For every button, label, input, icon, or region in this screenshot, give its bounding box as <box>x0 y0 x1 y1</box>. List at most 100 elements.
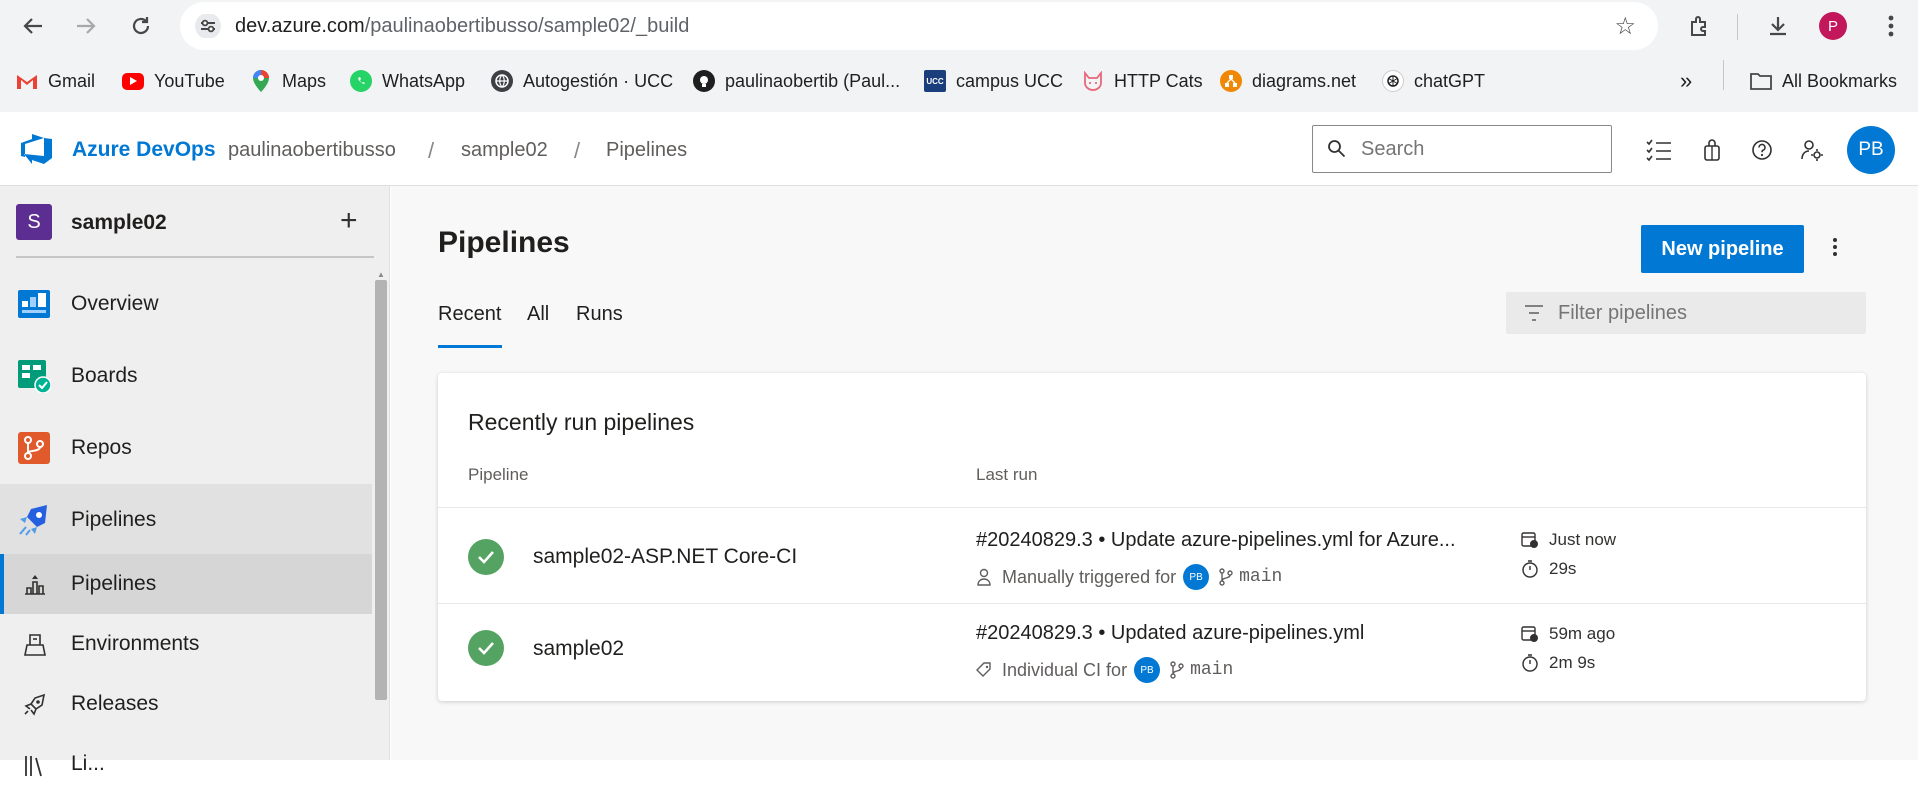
bookmark-label: Maps <box>282 70 327 91</box>
extensions-icon[interactable] <box>1685 11 1715 41</box>
pipelines-rocket-icon <box>25 575 45 595</box>
profile-initial: P <box>1819 12 1847 40</box>
table-row[interactable]: sample02-ASP.NET Core-CI #20240829.3 • U… <box>438 507 1866 603</box>
sidebar-subitem-environments[interactable]: Environments <box>0 614 372 674</box>
all-bookmarks-label: All Bookmarks <box>1782 70 1898 91</box>
sidebar-subitem-releases[interactable]: Releases <box>0 674 372 734</box>
sidebar-item-boards[interactable]: Boards <box>0 340 372 410</box>
column-header-last-run: Last run <box>976 465 1038 484</box>
library-icon <box>25 756 42 777</box>
pipeline-name[interactable]: sample02 <box>533 637 624 661</box>
pipeline-name[interactable]: sample02-ASP.NET Core-CI <box>533 545 797 569</box>
trigger-text: Individual CI for <box>1002 659 1128 680</box>
run-duration: 29s <box>1521 559 1576 579</box>
bookmark-label: HTTP Cats <box>1114 70 1203 91</box>
pipelines-icon <box>19 505 47 536</box>
sidebar-item-label: Pipelines <box>71 572 157 595</box>
browser-menu-icon[interactable] <box>1876 11 1906 41</box>
avatar: PB <box>1183 564 1210 590</box>
sidebar-subitem-pipelines[interactable]: Pipelines <box>0 554 372 614</box>
bookmark-autogestion[interactable]: Autogestión · UCC <box>491 68 673 94</box>
bookmark-chatgpt[interactable]: chatGPT <box>1382 68 1485 94</box>
run-title[interactable]: #20240829.3 • Update azure-pipelines.yml… <box>976 529 1456 552</box>
more-actions-icon[interactable] <box>1832 236 1838 264</box>
breadcrumb-organization[interactable]: paulinaobertibusso <box>228 139 396 162</box>
bookmark-label: WhatsApp <box>382 70 466 91</box>
gmail-icon <box>16 70 38 92</box>
bookmark-label: campus UCC <box>956 70 1064 91</box>
more-bookmarks-icon[interactable]: » <box>1680 68 1692 94</box>
bookmark-label: Autogestión · UCC <box>523 70 674 91</box>
address-bar[interactable]: dev.azure.com/paulinaobertibusso/sample0… <box>180 2 1658 50</box>
sidebar-item-label: Environments <box>71 632 200 655</box>
duration-value: 29s <box>1549 559 1577 578</box>
run-duration: 2m 9s <box>1521 653 1595 673</box>
download-icon[interactable] <box>1763 11 1793 41</box>
breadcrumb-separator: / <box>574 138 581 163</box>
recent-pipelines-card: Recently run pipelines Pipeline Last run… <box>438 373 1866 701</box>
project-header[interactable]: S sample02 + <box>0 186 390 258</box>
bookmark-campus-ucc[interactable]: UCC campus UCC <box>924 68 1063 94</box>
user-settings-icon[interactable] <box>1798 136 1826 164</box>
add-icon[interactable]: + <box>340 204 358 238</box>
reload-icon[interactable] <box>126 11 156 41</box>
site-settings-icon[interactable] <box>194 14 222 38</box>
bookmark-github[interactable]: paulinaobertib (Paul... <box>693 68 900 94</box>
sidebar-item-overview[interactable]: Overview <box>0 268 372 338</box>
run-when: Just now <box>1549 530 1617 549</box>
bookmark-maps[interactable]: Maps <box>250 68 326 94</box>
bookmark-http-cats[interactable]: HTTP Cats <box>1082 68 1203 94</box>
table-row[interactable]: sample02 #20240829.3 • Updated azure-pip… <box>438 603 1866 699</box>
avatar: PB <box>1134 657 1161 683</box>
bookmark-gmail[interactable]: Gmail <box>16 68 95 94</box>
run-time: Just now <box>1521 530 1616 550</box>
bookmark-star-icon[interactable]: ☆ <box>1614 12 1636 41</box>
breadcrumb-page[interactable]: Pipelines <box>606 139 687 162</box>
breadcrumb-project[interactable]: sample02 <box>461 139 548 162</box>
sidebar-item-pipelines[interactable]: Pipelines <box>0 484 372 554</box>
sidebar-scrollbar[interactable] <box>375 280 387 700</box>
stopwatch-icon <box>1522 560 1538 578</box>
bookmark-youtube[interactable]: YouTube <box>122 68 225 94</box>
help-icon[interactable] <box>1748 136 1776 164</box>
filter-box[interactable] <box>1506 292 1866 334</box>
back-icon[interactable] <box>18 11 48 41</box>
browser-toolbar: dev.azure.com/paulinaobertibusso/sample0… <box>0 0 1918 52</box>
overview-icon <box>18 290 50 318</box>
column-header-pipeline: Pipeline <box>468 465 529 484</box>
scroll-up-icon[interactable]: ▲ <box>377 270 385 279</box>
ucc-icon: UCC <box>924 70 946 92</box>
diagrams-icon <box>1220 70 1242 92</box>
sidebar-subitem-library[interactable]: Li... <box>0 734 372 794</box>
filter-input[interactable] <box>1558 301 1848 325</box>
tab-recent[interactable]: Recent <box>438 303 501 326</box>
trigger-text: Manually triggered for <box>1002 566 1177 587</box>
sidebar-item-repos[interactable]: Repos <box>0 412 372 482</box>
branch-name: main <box>1239 567 1283 587</box>
cat-icon <box>1082 70 1104 92</box>
branch-icon <box>1219 568 1233 586</box>
all-bookmarks-button[interactable]: All Bookmarks <box>1750 68 1897 94</box>
run-title[interactable]: #20240829.3 • Updated azure-pipelines.ym… <box>976 622 1364 645</box>
user-avatar[interactable]: PB <box>1847 126 1895 174</box>
work-items-icon[interactable] <box>1645 136 1673 164</box>
tab-runs[interactable]: Runs <box>576 303 623 326</box>
marketplace-bag-icon[interactable] <box>1698 136 1726 164</box>
profile-avatar[interactable]: P <box>1818 11 1848 41</box>
search-input[interactable] <box>1361 136 1601 162</box>
forward-icon[interactable] <box>71 11 101 41</box>
environments-icon <box>24 634 46 656</box>
brand-link[interactable]: Azure DevOps <box>72 138 216 162</box>
bookmark-diagrams[interactable]: diagrams.net <box>1220 68 1356 94</box>
bookmark-whatsapp[interactable]: WhatsApp <box>350 68 465 94</box>
main-content: Pipelines New pipeline Recent All Runs R… <box>391 186 1918 760</box>
new-pipeline-button[interactable]: New pipeline <box>1641 225 1804 273</box>
azure-devops-logo-icon[interactable] <box>19 134 53 164</box>
sidebar-divider <box>16 256 374 258</box>
stopwatch-icon <box>1522 654 1538 672</box>
bookmark-label: diagrams.net <box>1252 70 1357 91</box>
manual-trigger-icon <box>977 568 991 586</box>
tab-all[interactable]: All <box>527 303 549 326</box>
search-box[interactable] <box>1312 125 1612 173</box>
releases-icon <box>24 693 46 716</box>
